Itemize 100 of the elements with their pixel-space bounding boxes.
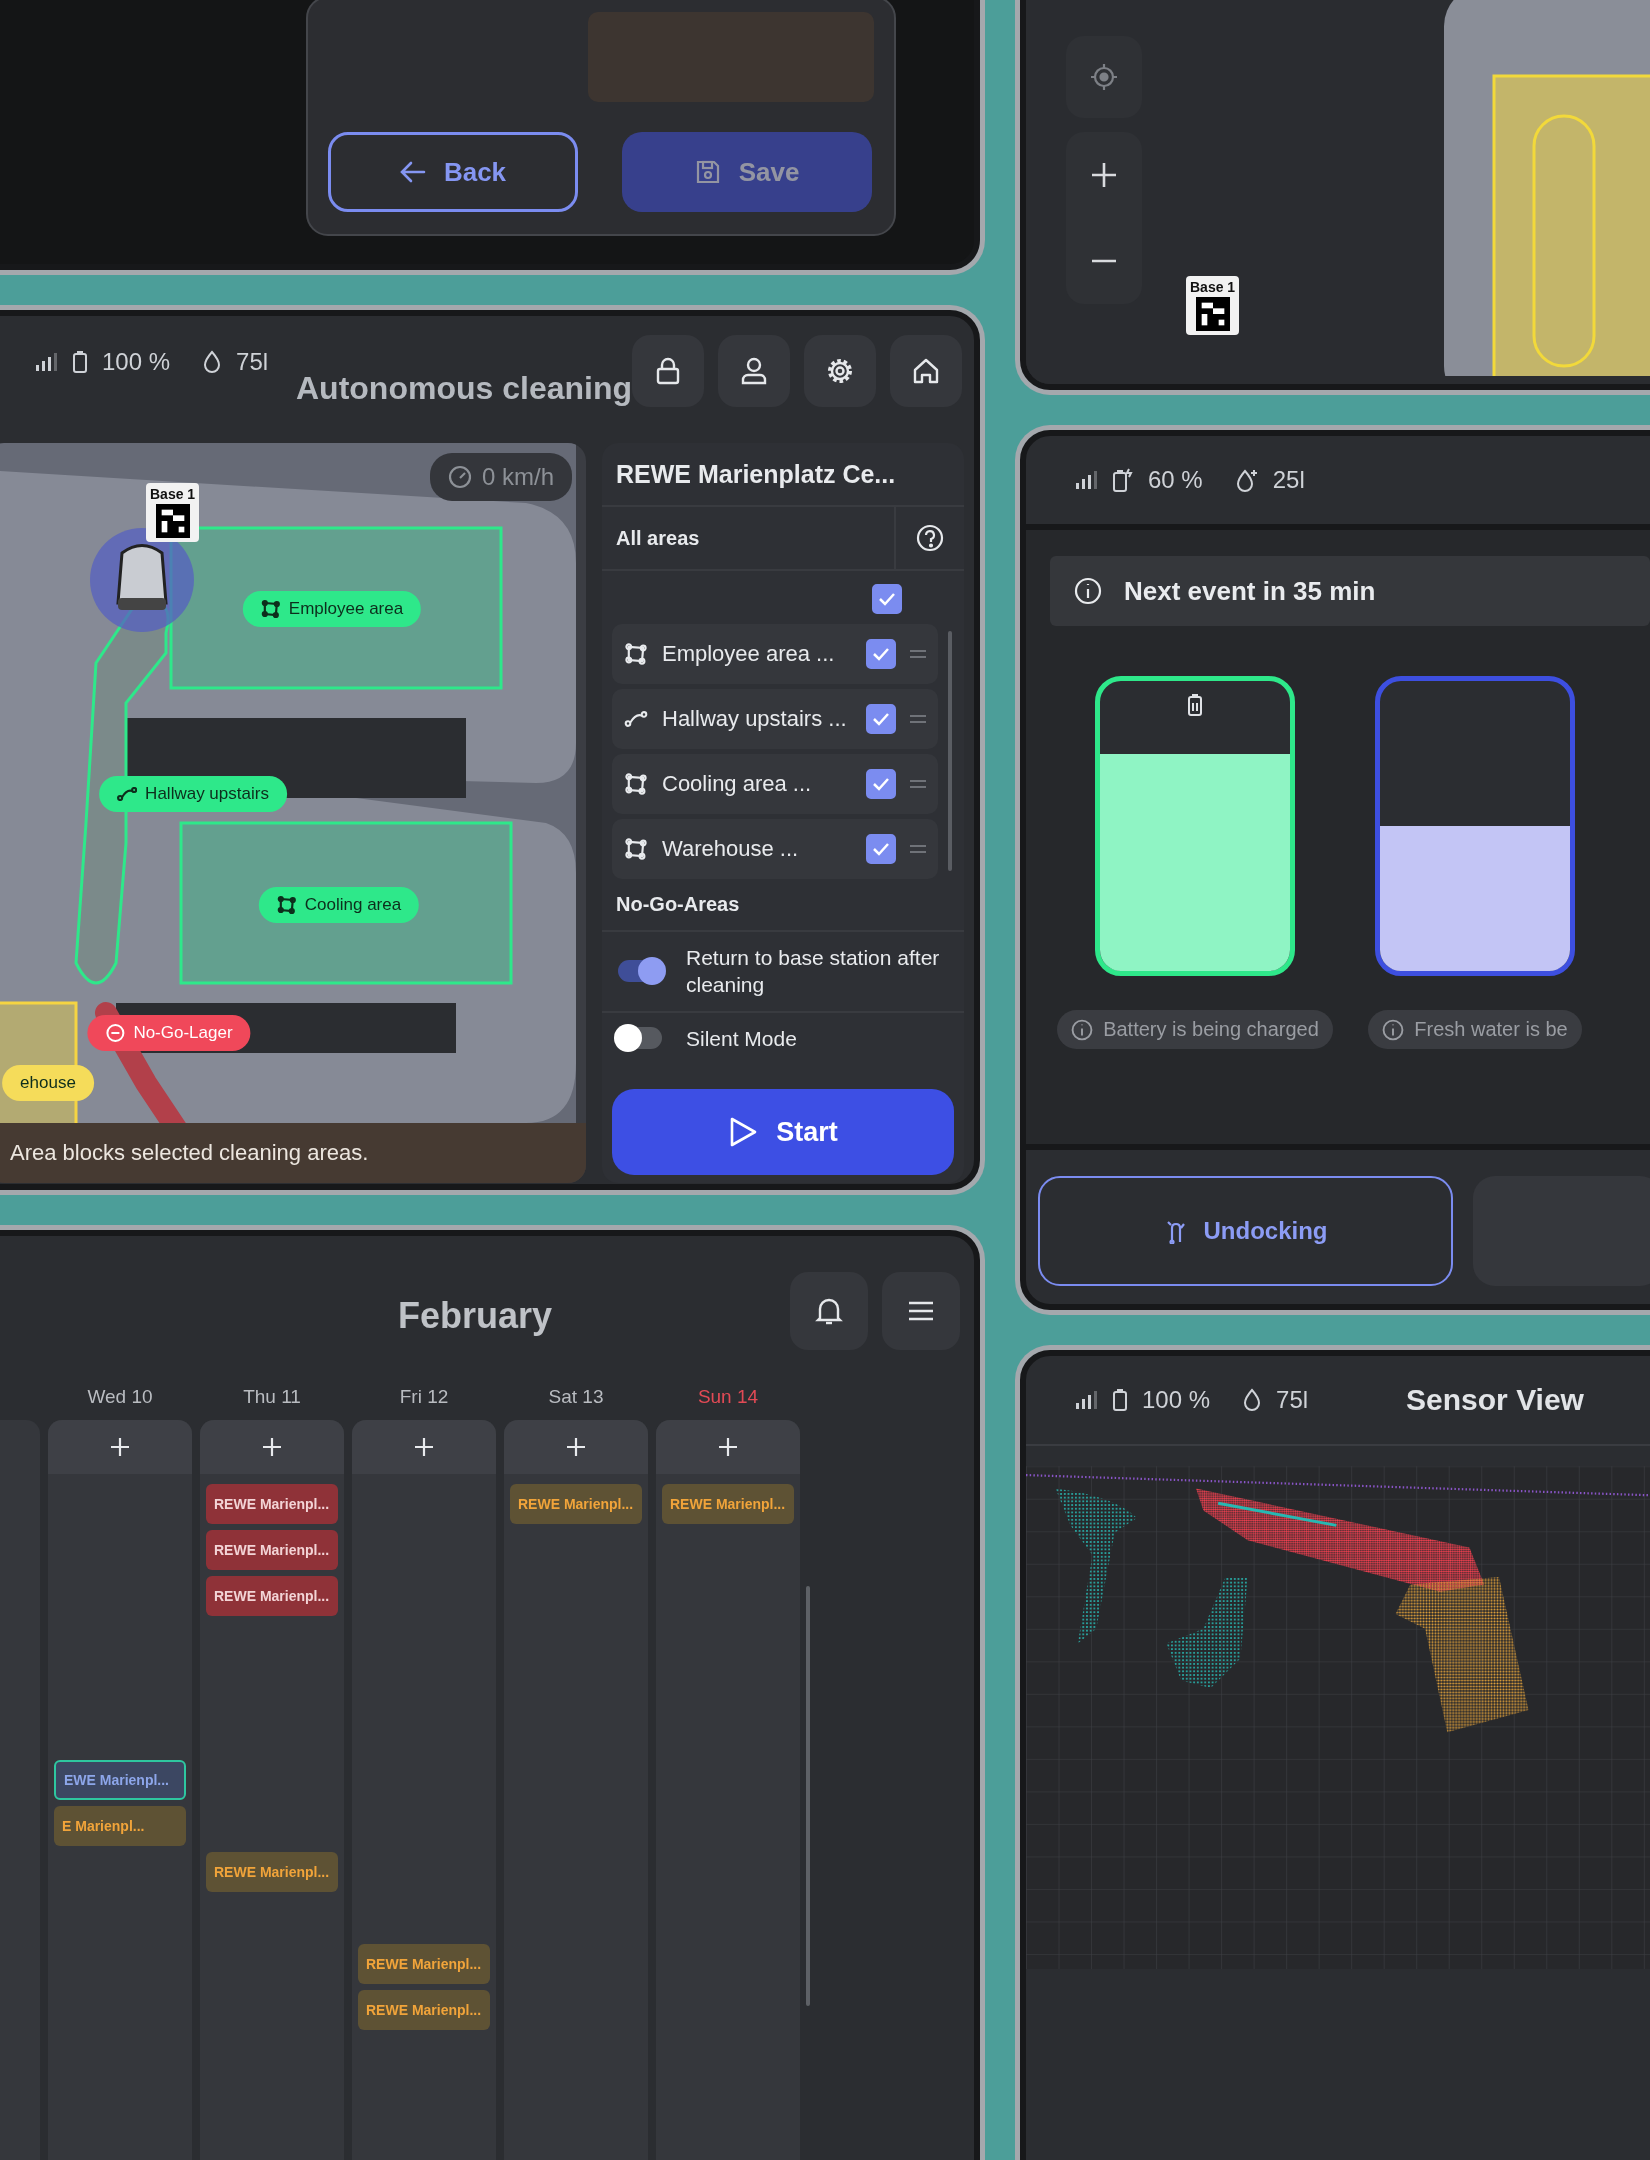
area-item[interactable]: Warehouse ... <box>612 819 938 879</box>
map-area-label[interactable]: ehouse <box>2 1065 94 1101</box>
marker-code-icon <box>1195 297 1230 331</box>
water-level: 25l <box>1272 466 1305 494</box>
status-text: Fresh water is be <box>1414 1018 1568 1041</box>
start-button[interactable]: Start <box>612 1089 954 1175</box>
water-drop-icon <box>1234 468 1259 492</box>
bell-icon <box>815 1296 843 1326</box>
signal-icon <box>1076 471 1098 489</box>
day-label: Wed 10 <box>86 1386 154 1409</box>
day-label: Sat 13 <box>547 1386 605 1409</box>
day-label: Thu 11 <box>242 1386 302 1409</box>
area-item[interactable]: Employee area ... <box>612 624 938 684</box>
water-level: 75l <box>1276 1386 1309 1414</box>
calendar-event[interactable]: EWE Marienpl... <box>54 1760 186 1800</box>
battery-level: 100 % <box>1142 1386 1211 1414</box>
check-icon <box>872 842 890 856</box>
battery-level: 100 % <box>102 347 171 376</box>
battery-icon <box>72 349 88 374</box>
calendar-event[interactable]: REWE Marienpl... <box>510 1484 642 1524</box>
drag-handle-icon[interactable] <box>910 779 926 789</box>
back-button[interactable]: Back <box>328 132 578 212</box>
notification-button[interactable] <box>790 1272 868 1350</box>
section-title: No-Go-Areas <box>616 893 740 916</box>
map-area-label[interactable]: Cooling area <box>258 887 420 923</box>
plus-icon <box>1090 161 1118 189</box>
plus-icon <box>718 1437 738 1457</box>
speedometer-icon <box>447 465 472 489</box>
speed-value: 0 km/h <box>481 463 554 491</box>
plus-icon <box>262 1437 282 1457</box>
lock-icon <box>655 356 681 385</box>
crosshair-icon <box>1090 63 1118 91</box>
menu-button[interactable] <box>882 1272 960 1350</box>
drag-handle-icon[interactable] <box>910 649 926 659</box>
calendar-event[interactable]: REWE Marienpl... <box>206 1530 338 1570</box>
battery-level: 60 % <box>1148 466 1203 494</box>
base-label: Base 1 <box>1190 279 1236 295</box>
notice-text: Next event in 35 min <box>1124 575 1376 607</box>
map-area-label[interactable]: Hallway upstairs <box>99 776 287 812</box>
polygon-icon <box>624 772 648 796</box>
calendar-event[interactable]: E Marienpl... <box>54 1806 186 1846</box>
route-icon <box>624 711 648 727</box>
scrollbar[interactable] <box>948 631 952 871</box>
polygon-icon <box>260 599 281 619</box>
calendar-event[interactable]: REWE Marienpl... <box>358 1990 490 2030</box>
area-item[interactable]: Hallway upstairs ... <box>612 689 938 749</box>
status-text: Battery is being charged <box>1103 1018 1319 1041</box>
play-icon <box>728 1116 759 1148</box>
checkbox[interactable] <box>866 769 896 799</box>
water-level: 75l <box>236 347 269 376</box>
calendar-event[interactable]: REWE Marienpl... <box>206 1852 338 1892</box>
toggle-label: Return to base station after cleaning <box>686 945 941 999</box>
arrow-left-icon <box>399 161 426 183</box>
settings-button[interactable] <box>804 334 876 407</box>
battery-icon <box>1112 1388 1128 1412</box>
screen-title: Autonomous cleaning <box>296 370 632 407</box>
map-area-label[interactable]: No-Go-Lager <box>87 1015 251 1051</box>
calendar-event[interactable]: REWE Marienpl... <box>206 1484 338 1524</box>
plus-icon <box>566 1437 586 1457</box>
map-area-label[interactable]: Employee area <box>242 591 422 627</box>
scrollbar[interactable] <box>806 1586 810 2006</box>
checkbox[interactable] <box>866 704 896 734</box>
settings-icon <box>826 356 854 385</box>
plus-icon <box>110 1437 130 1457</box>
info-icon <box>1074 577 1102 605</box>
route-icon <box>117 787 138 801</box>
user-button[interactable] <box>718 334 790 407</box>
calendar-event[interactable]: REWE Marienpl... <box>358 1944 490 1984</box>
area-name: Warehouse ... <box>662 836 800 862</box>
toggle-label: Silent Mode <box>686 1025 797 1052</box>
undocking-button[interactable]: Undocking <box>1038 1176 1454 1286</box>
checkbox[interactable] <box>866 834 896 864</box>
area-name: Cooling area ... <box>662 771 813 797</box>
check-icon <box>872 712 890 726</box>
menu-icon <box>907 1300 935 1322</box>
locate-button[interactable] <box>1066 36 1142 118</box>
lock-button[interactable] <box>632 334 704 407</box>
plus-icon <box>414 1437 434 1457</box>
battery-charging-icon <box>1112 467 1134 493</box>
battery-icon <box>1187 693 1203 717</box>
signal-icon <box>36 352 58 371</box>
calendar-event[interactable]: REWE Marienpl... <box>662 1484 794 1524</box>
home-button[interactable] <box>890 334 962 407</box>
month-title: February <box>397 1295 553 1337</box>
area-name: Hallway upstairs ... <box>662 706 848 732</box>
group-title: All areas <box>616 526 700 550</box>
drag-handle-icon[interactable] <box>910 844 926 854</box>
check-icon <box>872 647 890 661</box>
user-icon <box>741 356 767 385</box>
check-icon <box>872 777 890 791</box>
checkbox[interactable] <box>866 639 896 669</box>
calendar-event[interactable]: REWE Marienpl... <box>206 1576 338 1616</box>
checkbox[interactable] <box>872 584 902 614</box>
area-item[interactable]: Cooling area ... <box>612 754 938 814</box>
water-drop-icon <box>1242 1388 1263 1412</box>
area-name: Employee area ... <box>662 641 836 667</box>
marker-code-icon <box>155 504 190 538</box>
drag-handle-icon[interactable] <box>910 714 926 724</box>
base-label: Base 1 <box>150 486 196 502</box>
water-drop-icon <box>202 349 223 374</box>
